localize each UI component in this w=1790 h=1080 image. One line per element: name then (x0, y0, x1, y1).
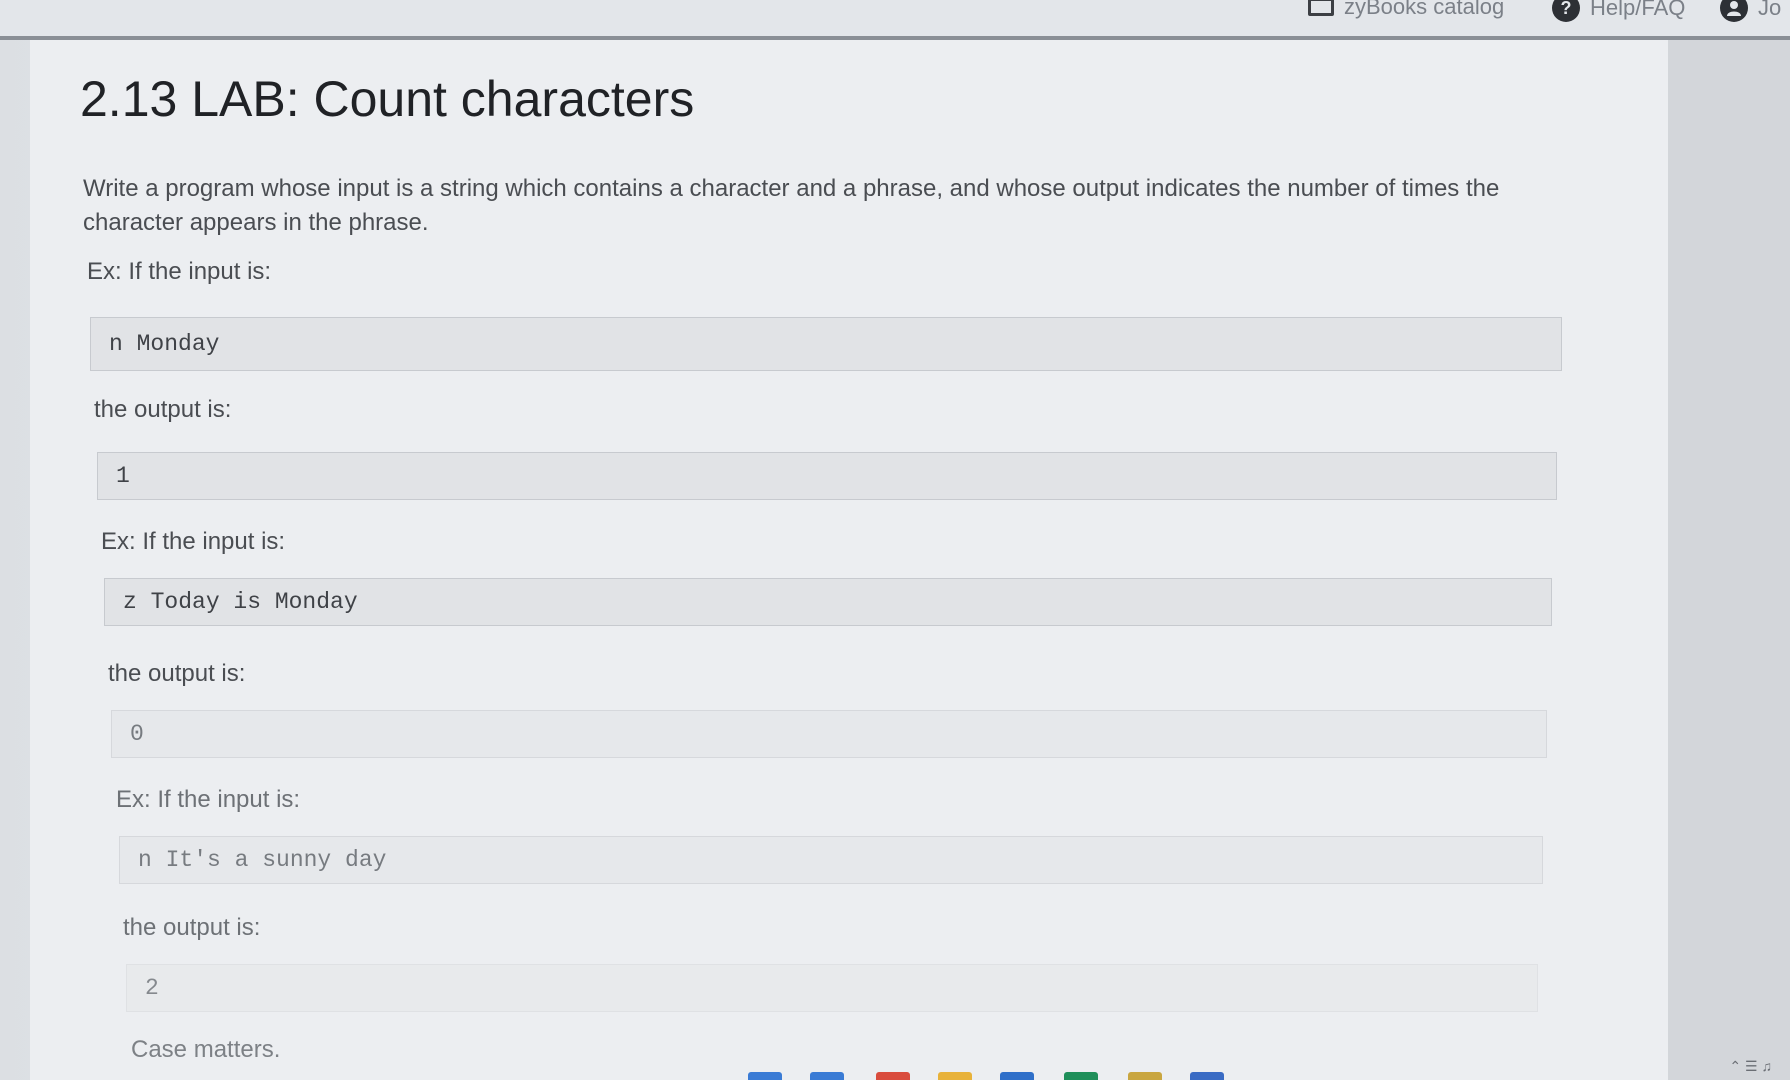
screen: zyBooks catalog ? Help/FAQ Jo 2.13 LAB: … (0, 0, 1790, 1080)
user-avatar-icon (1720, 0, 1748, 22)
taskbar-app-icon[interactable] (748, 1072, 782, 1080)
example-2-input-label: Ex: If the input is: (101, 528, 286, 555)
example-1-output-code: 1 (97, 452, 1557, 500)
taskbar-app-icon[interactable] (810, 1072, 844, 1080)
top-header: zyBooks catalog ? Help/FAQ Jo (0, 0, 1790, 40)
wifi-icon[interactable]: ☰ (1745, 1058, 1758, 1074)
taskbar-app-icon[interactable] (1128, 1072, 1162, 1080)
example-2-output-label: the output is: (108, 660, 246, 687)
taskbar-app-icon[interactable] (1000, 1072, 1034, 1080)
example-2-output-code: 0 (111, 710, 1547, 758)
page-title: 2.13 LAB: Count characters (80, 71, 695, 127)
catalog-link[interactable]: zyBooks catalog (1308, 0, 1504, 20)
example-1-input-code: n Monday (90, 317, 1562, 371)
example-1-input-label: Ex: If the input is: (87, 258, 272, 285)
example-3-output-code: 2 (126, 964, 1538, 1012)
help-icon: ? (1552, 0, 1580, 22)
example-3-output-label: the output is: (123, 914, 261, 941)
help-label: Help/FAQ (1590, 0, 1686, 20)
taskbar-app-icon[interactable] (876, 1072, 910, 1080)
system-tray: ⌃ ☰ ♫ (1729, 1058, 1772, 1075)
taskbar (0, 1068, 1790, 1080)
example-3-input-label: Ex: If the input is: (116, 786, 301, 813)
user-menu[interactable]: Jo (1720, 0, 1781, 22)
taskbar-app-icon[interactable] (1064, 1072, 1098, 1080)
user-label: Jo (1758, 0, 1782, 20)
chevron-up-icon[interactable]: ⌃ (1729, 1058, 1741, 1074)
catalog-label: zyBooks catalog (1344, 0, 1505, 19)
case-note: Case matters. (131, 1036, 281, 1063)
taskbar-app-icon[interactable] (938, 1072, 972, 1080)
book-icon (1308, 0, 1334, 16)
example-2-input-code: z Today is Monday (104, 578, 1552, 626)
right-side-panel (1668, 40, 1790, 1080)
volume-icon[interactable]: ♫ (1762, 1058, 1773, 1074)
lab-intro: Write a program whose input is a string … (83, 175, 1500, 236)
help-link[interactable]: ? Help/FAQ (1552, 0, 1685, 22)
example-1-output-label: the output is: (94, 396, 232, 423)
taskbar-app-icon[interactable] (1190, 1072, 1224, 1080)
example-3-input-code: n It's a sunny day (119, 836, 1543, 884)
